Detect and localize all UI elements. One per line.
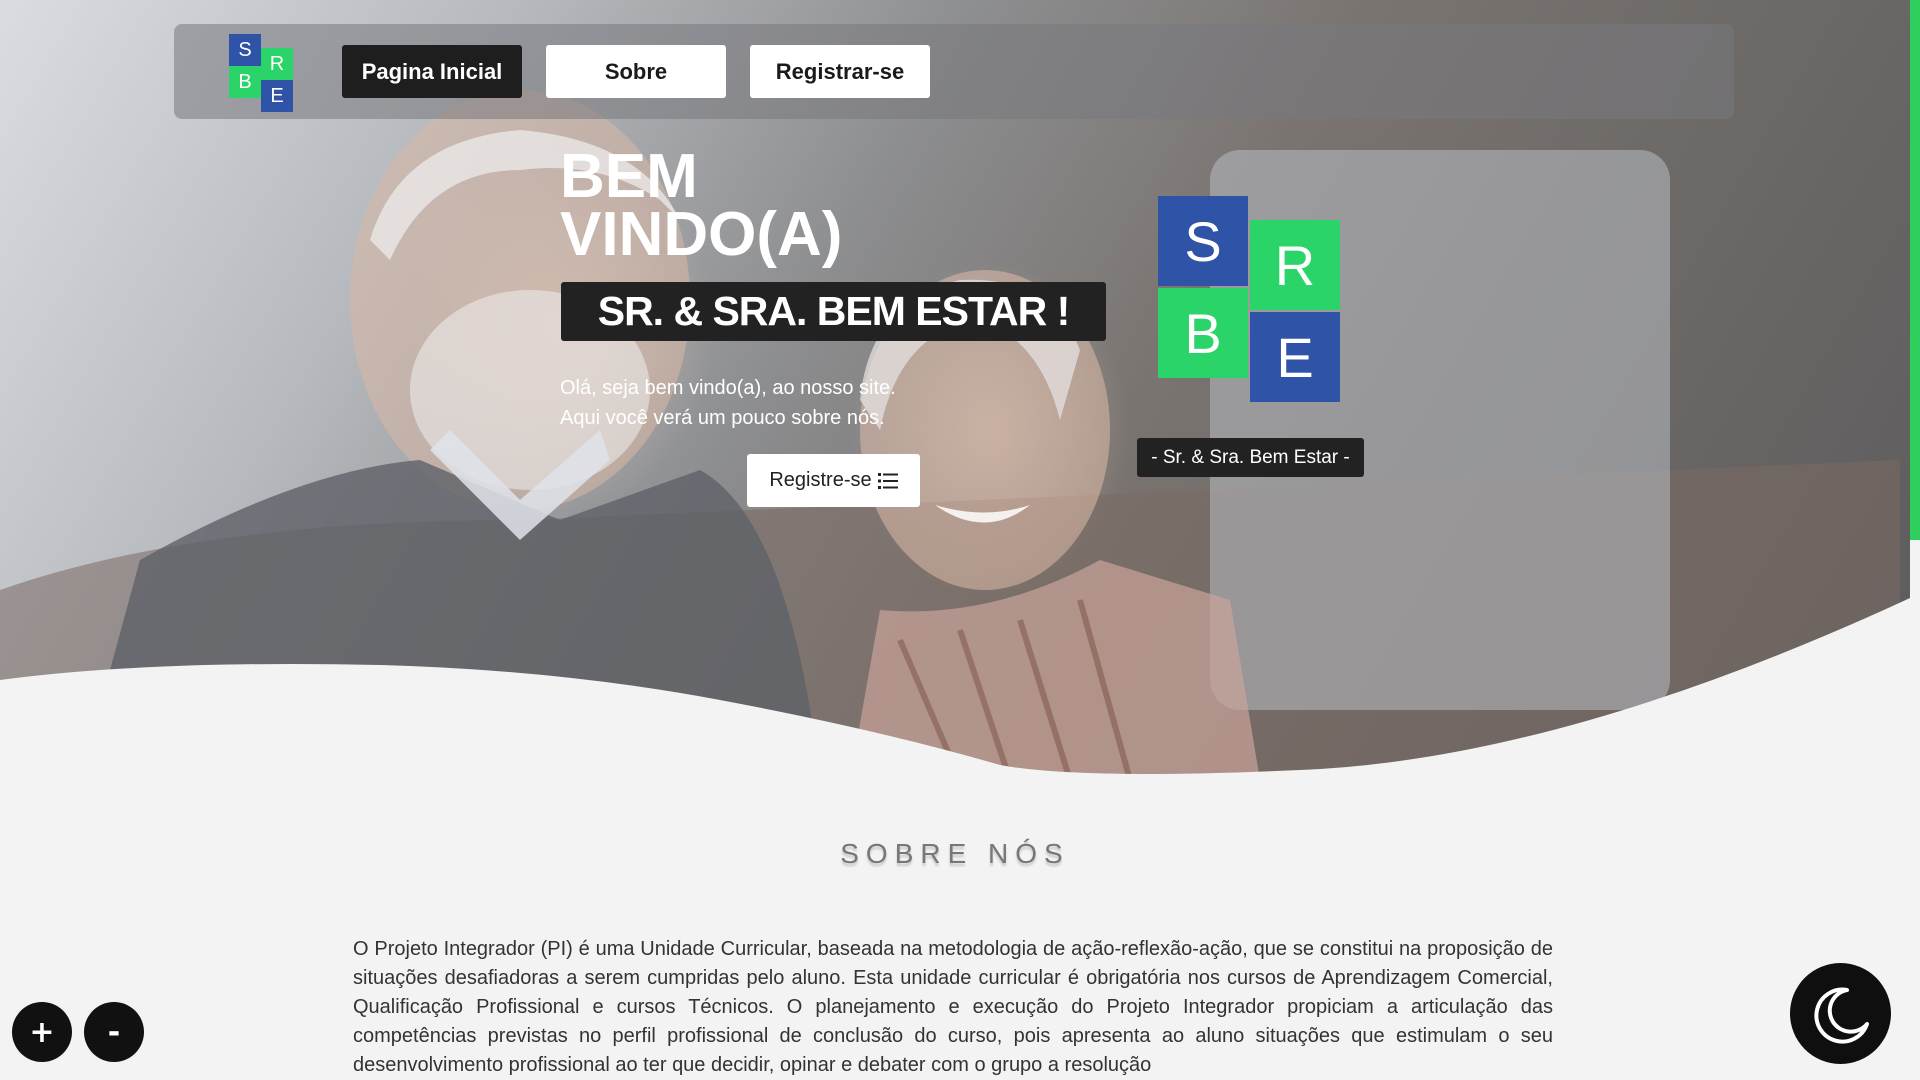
welcome-line-1: BEM <box>560 142 698 211</box>
intro-text: Olá, seja bem vindo(a), ao nosso site. A… <box>560 373 980 433</box>
nav-about-button[interactable]: Sobre <box>546 45 726 98</box>
scrollbar-thumb[interactable] <box>1910 0 1920 540</box>
tagline-banner: SR. & SRA. BEM ESTAR ! <box>561 282 1106 341</box>
logo-caption: - Sr. & Sra. Bem Estar - <box>1137 438 1364 477</box>
moon-icon <box>1813 987 1869 1044</box>
intro-line-2: Aqui você verá um pouco sobre nós. <box>560 407 885 429</box>
list-icon <box>877 472 898 489</box>
logo-tile-r: R <box>261 48 293 80</box>
logo-tile-s: S <box>1158 196 1248 286</box>
register-cta-label: Registre-se <box>769 469 872 491</box>
about-paragraph: O Projeto Integrador (PI) é uma Unidade … <box>353 938 1553 1076</box>
navbar-logo[interactable]: S R B E <box>229 34 299 112</box>
intro-line-1: Olá, seja bem vindo(a), ao nosso site. <box>560 377 896 399</box>
register-cta-button[interactable]: Registre-se <box>747 454 920 507</box>
welcome-line-2: VINDO(A) <box>560 200 843 269</box>
theme-toggle-button[interactable] <box>1790 963 1891 1064</box>
zoom-out-button[interactable]: - <box>84 1002 144 1062</box>
logo-tile-b: B <box>1158 288 1248 378</box>
brand-logo: S R B E <box>1158 196 1342 403</box>
nav-register-button[interactable]: Registrar-se <box>750 45 930 98</box>
welcome-heading: BEM VINDO(A) <box>560 142 940 269</box>
logo-tile-e: E <box>261 80 293 112</box>
nav-home-button[interactable]: Pagina Inicial <box>342 45 522 98</box>
logo-tile-e: E <box>1250 312 1340 402</box>
logo-tile-b: B <box>229 66 261 98</box>
logo-tile-r: R <box>1250 220 1340 310</box>
about-title: SOBRE NÓS <box>840 838 1070 869</box>
navbar: S R B E Pagina Inicial Sobre Registrar-s… <box>174 24 1734 119</box>
logo-tile-s: S <box>229 34 261 66</box>
zoom-in-button[interactable]: + <box>12 1002 72 1062</box>
